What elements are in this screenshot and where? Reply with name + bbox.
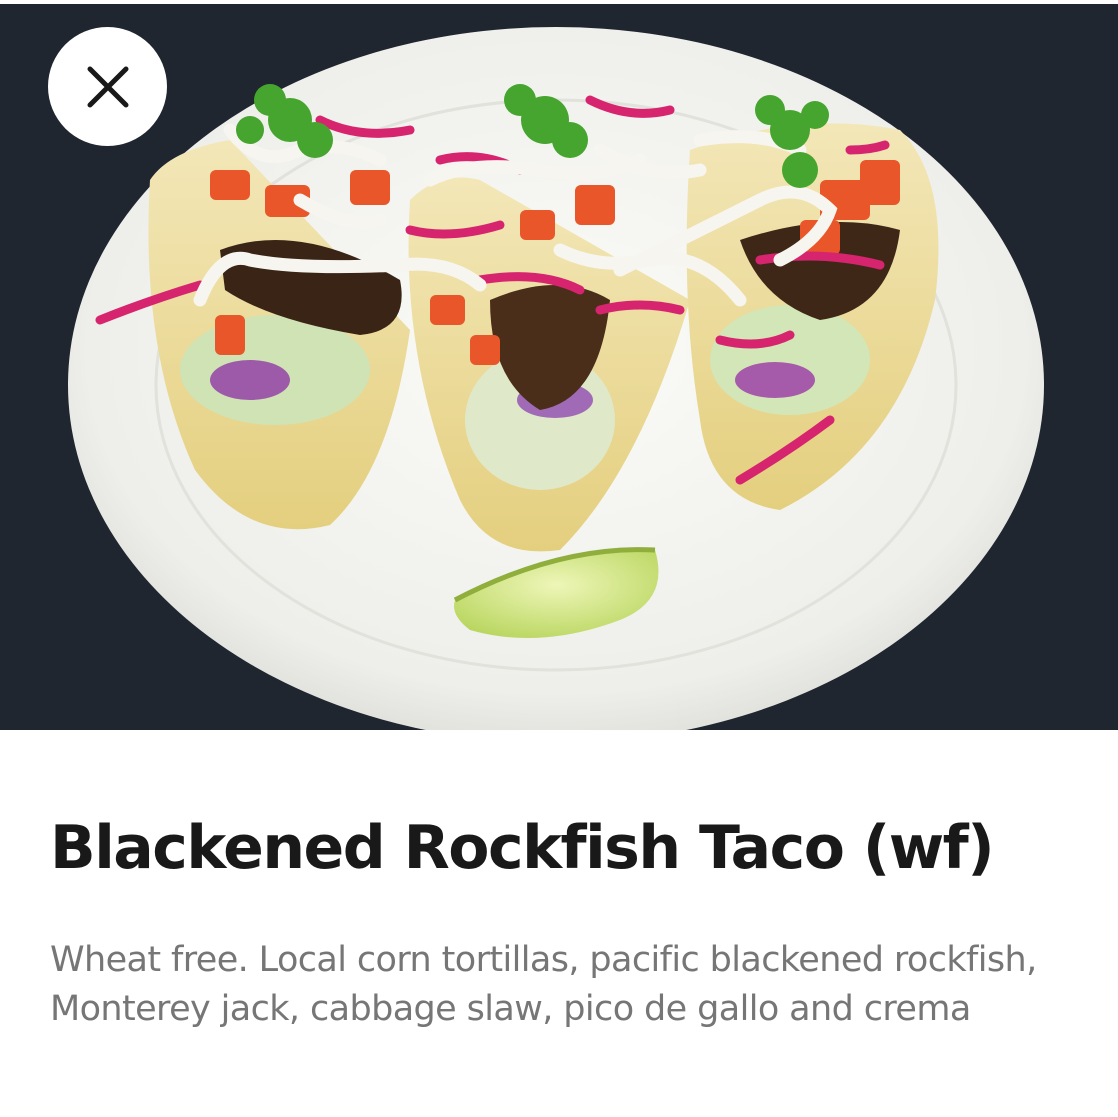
tacos-plate-image bbox=[0, 0, 1118, 730]
item-photo bbox=[0, 0, 1118, 730]
close-icon bbox=[85, 64, 131, 110]
item-title: Blackened Rockfish Taco (wf) bbox=[50, 813, 995, 883]
item-description: Wheat free. Local corn tortillas, pacifi… bbox=[50, 940, 1037, 1029]
close-button[interactable] bbox=[48, 27, 167, 146]
